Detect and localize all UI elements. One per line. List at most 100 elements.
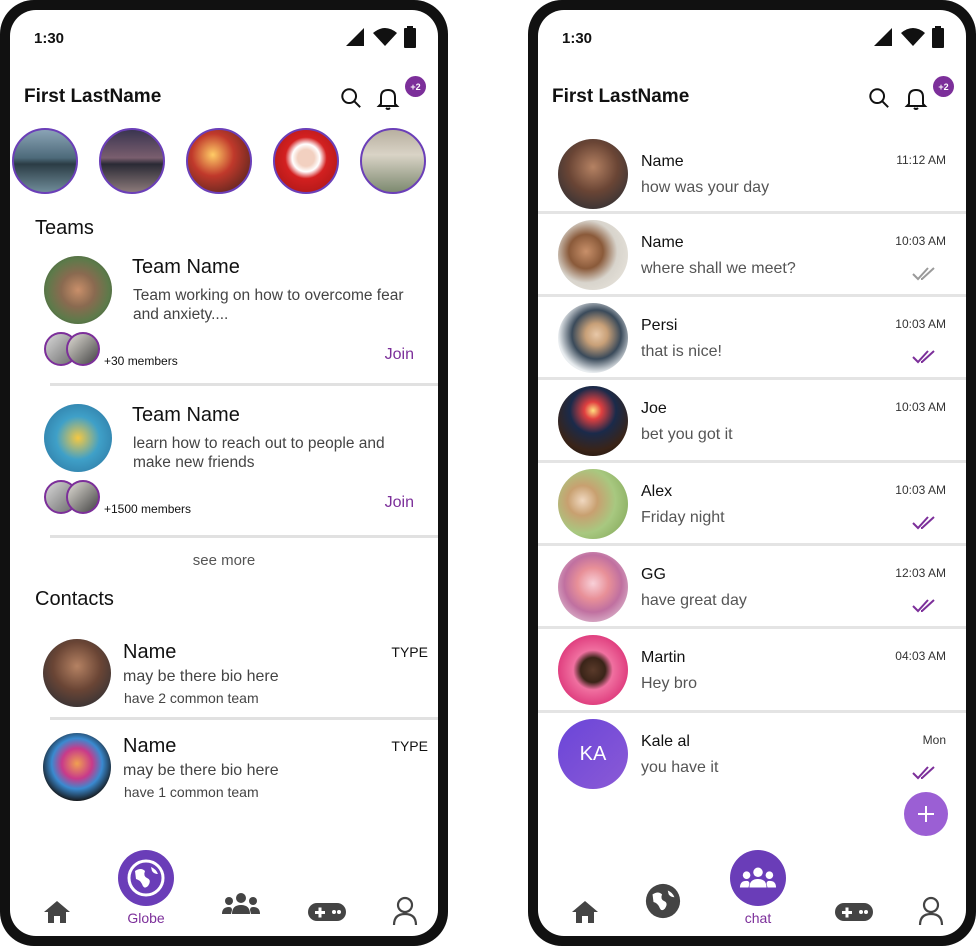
chat-name: Kale al (641, 733, 690, 750)
page-title: First LastName (24, 86, 162, 107)
story-avatar[interactable] (360, 128, 426, 194)
chat-avatar-initials: KA (558, 719, 628, 789)
divider (538, 294, 966, 297)
team-image (44, 256, 112, 324)
chat-time: 10:03 AM (895, 483, 946, 497)
nav-globe[interactable]: Globe (118, 850, 174, 926)
members-count: +1500 members (104, 502, 192, 516)
members-count: +30 members (104, 354, 178, 368)
left-phone: 1:30 First LastName +2 Teams Team Name T… (0, 0, 448, 946)
chat-time: 11:12 AM (896, 153, 946, 167)
story-avatar[interactable] (186, 128, 252, 194)
home-icon[interactable] (43, 900, 71, 924)
chat-message: Friday night (641, 509, 725, 526)
status-icons (872, 26, 944, 48)
chat-time: 12:03 AM (895, 566, 946, 580)
chat-avatar (558, 220, 628, 290)
bell-icon[interactable] (904, 86, 928, 110)
globe-icon[interactable] (644, 882, 682, 920)
chat-name: Persi (641, 317, 678, 334)
search-icon[interactable] (868, 87, 890, 109)
story-avatar[interactable] (273, 128, 339, 194)
chat-avatar (558, 635, 628, 705)
chat-avatar (558, 303, 628, 373)
chat-name: Alex (641, 483, 673, 500)
story-avatar[interactable] (99, 128, 165, 194)
contact-type: TYPE (391, 738, 428, 754)
chat-row[interactable]: GG have great day 12:03 AM (538, 552, 966, 632)
chat-row[interactable]: KA Kale al you have it Mon (538, 719, 966, 799)
chat-row[interactable]: Name how was your day 11:12 AM (538, 139, 966, 219)
contact-name: Name (123, 641, 177, 663)
contact-bio: may be there bio here (123, 668, 279, 685)
chat-row[interactable]: Persi that is nice! 10:03 AM (538, 303, 966, 383)
divider (538, 211, 966, 214)
member-avatar (66, 480, 100, 514)
chat-time: 10:03 AM (895, 234, 946, 248)
contact-row[interactable]: Name may be there bio here have 2 common… (43, 639, 428, 715)
read-check-icon (912, 350, 935, 364)
profile-icon[interactable] (392, 896, 418, 926)
gamepad-icon[interactable] (307, 901, 347, 923)
member-avatar (66, 332, 100, 366)
chat-name: Joe (641, 400, 667, 417)
new-chat-button[interactable] (904, 792, 948, 836)
chat-time: 04:03 AM (895, 649, 946, 663)
contact-type: TYPE (391, 644, 428, 660)
chat-message: you have it (641, 759, 719, 776)
status-time: 1:30 (34, 30, 65, 47)
chat-row[interactable]: Joe bet you got it 10:03 AM (538, 386, 966, 466)
stories-row (12, 128, 426, 194)
profile-icon[interactable] (918, 896, 944, 926)
join-button[interactable]: Join (385, 346, 414, 364)
story-avatar[interactable] (12, 128, 78, 194)
divider (538, 626, 966, 629)
wifi-icon (373, 28, 397, 46)
chat-row[interactable]: Alex Friday night 10:03 AM (538, 469, 966, 549)
wifi-icon (901, 28, 925, 46)
nav-chat-circle (730, 850, 786, 906)
globe-icon (127, 859, 165, 897)
page-title: First LastName (552, 86, 690, 107)
chat-avatar (558, 139, 628, 209)
chat-avatar (558, 469, 628, 539)
contact-avatar (43, 639, 111, 707)
chat-name: Name (641, 234, 684, 251)
signal-icon (346, 28, 364, 46)
team-card[interactable]: Team Name Team working on how to overcom… (44, 256, 414, 378)
nav-chat[interactable]: chat (730, 850, 786, 926)
team-description: Team working on how to overcome fear and… (133, 287, 404, 323)
chat-row[interactable]: Martin Hey bro 04:03 AM (538, 635, 966, 715)
chat-screen: 1:30 First LastName +2 Name how was your… (538, 10, 966, 936)
chat-message: Hey bro (641, 675, 698, 692)
nav-globe-circle (118, 850, 174, 906)
team-card[interactable]: Team Name learn how to reach out to peop… (44, 404, 414, 526)
divider (538, 377, 966, 380)
chat-time: 10:03 AM (895, 317, 946, 331)
chat-row[interactable]: Name where shall we meet? 10:03 AM (538, 220, 966, 300)
divider (538, 710, 966, 713)
gamepad-icon[interactable] (834, 901, 874, 923)
notification-badge: +2 (933, 76, 954, 97)
chat-message: that is nice! (641, 343, 722, 360)
see-more-link[interactable]: see more (10, 552, 438, 569)
member-avatars (44, 332, 104, 368)
read-check-icon (912, 516, 935, 530)
bottom-nav: chat (538, 836, 966, 936)
chat-time: Mon (922, 733, 946, 747)
people-icon (739, 867, 777, 888)
battery-icon (932, 26, 944, 48)
chat-name: GG (641, 566, 666, 583)
plus-icon (918, 806, 934, 822)
join-button[interactable]: Join (385, 494, 414, 512)
battery-icon (404, 26, 416, 48)
bell-icon[interactable] (376, 86, 400, 110)
divider (538, 460, 966, 463)
people-icon[interactable] (221, 892, 261, 916)
divider (50, 535, 438, 538)
contact-row[interactable]: Name may be there bio here have 1 common… (43, 733, 428, 809)
chat-time: 10:03 AM (895, 400, 946, 414)
home-icon[interactable] (571, 900, 599, 924)
member-avatars (44, 480, 104, 516)
search-icon[interactable] (340, 87, 362, 109)
